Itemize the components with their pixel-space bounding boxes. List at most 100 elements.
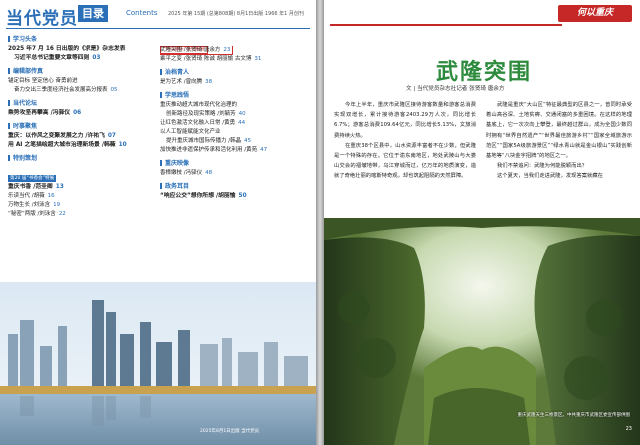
section-title-text: 学习头条 bbox=[13, 36, 38, 43]
contents-entry[interactable]: 乘平之变 /张贤琦 陈诚 胡丽愉 古文博 31 bbox=[160, 55, 310, 64]
contents-entry[interactable]: 锚定目标 坚定信心 奋勇前进 bbox=[8, 77, 158, 86]
contents-section: 重庆映像香樟嫩枝 /冯驿仪 48 bbox=[160, 159, 310, 178]
section-title: 当代论坛 bbox=[8, 99, 158, 109]
entry-title: 提升重庆城市国际传播力 /韩晶 bbox=[166, 138, 242, 144]
contents-entry[interactable]: 以人工智能赋能文化产业 bbox=[160, 128, 310, 137]
section-title: 编辑部传真 bbox=[8, 67, 158, 77]
entry-title: 乘平之变 /张贤琦 陈诚 胡丽愉 古文博 bbox=[160, 56, 252, 62]
contents-entry[interactable]: 乐读当代 /胡薇 16 bbox=[8, 192, 158, 201]
article-byline: 文 | 当代党员杂志社记者 张贤琦 唐余方 bbox=[406, 86, 505, 92]
highlighted-entry-box: 武隆突围 /张贤琦 唐余方 23 bbox=[160, 46, 234, 55]
article-paragraph: 今年上半年，重庆市武隆区接待游客数量和游客总消费实现双增长，累计接待游客2403… bbox=[334, 102, 476, 139]
contents-section: 特别策划第20 届“书香会”特展 重庆书香 /范圣卿 13 乐读当代 /胡薇 16 万物生… bbox=[8, 154, 158, 219]
entry-title: 以人工智能赋能文化产业 bbox=[160, 129, 221, 135]
section-title-text: 编辑部传真 bbox=[13, 68, 44, 75]
contents-entry[interactable]: 重庆书香 /范圣卿 13 bbox=[8, 183, 158, 192]
contents-entry[interactable]: 提升重庆城市国际传播力 /韩晶 45 bbox=[160, 137, 310, 146]
contents-entry[interactable]: 让红色激活文化融入日常 /黄勇 44 bbox=[160, 119, 310, 128]
article-title: 武隆突围 bbox=[436, 60, 533, 85]
entry-title: 锚定目标 坚定信心 奋勇前进 bbox=[8, 78, 78, 84]
entry-title: 香樟嫩枝 /冯驿仪 bbox=[160, 170, 203, 176]
entry-page-number: 05 bbox=[110, 87, 118, 93]
section-marker bbox=[8, 155, 10, 161]
entry-title: 2025 年7 月 16 日出版的《求是》杂志发表 bbox=[8, 46, 126, 52]
section-marker bbox=[160, 69, 162, 75]
article-paragraph: 这个夏天，当我们走进武隆，发现答案就藏在 bbox=[497, 173, 603, 180]
entry-page-number: 23 bbox=[223, 47, 231, 53]
entry-title: 重庆：以作风之变聚发展之力 /许祐飞 bbox=[8, 133, 105, 139]
entry-page-number: 22 bbox=[58, 211, 66, 217]
entry-page-number: 10 bbox=[118, 142, 127, 148]
banner-stripe bbox=[330, 24, 562, 26]
section-title-text: 治档青人 bbox=[165, 69, 190, 76]
section-title: 政务耳目 bbox=[160, 182, 310, 192]
contents-entry[interactable]: 武隆突围 /张贤琦 唐余方 23 bbox=[160, 46, 310, 55]
entry-page-number: 06 bbox=[73, 110, 82, 116]
section-title: 时事聚焦 bbox=[8, 122, 158, 132]
contents-section: 当代论坛乘势攻坚再攀高 /冯驿仪 06 bbox=[8, 99, 158, 118]
section-tag-row: 第20 届“书香会”特展 bbox=[8, 164, 158, 183]
entry-title: 乘势攻坚再攀高 /冯驿仪 bbox=[8, 110, 71, 116]
entry-title: 用 AI 之笔描绘超大城市治理新场景 /韩薇 bbox=[8, 142, 116, 148]
entry-title: 创新路径及现实策略 /刘毓芳 bbox=[166, 111, 236, 117]
entry-page-number: 47 bbox=[260, 147, 268, 153]
entry-page-number: 31 bbox=[254, 56, 262, 62]
entry-title: 重庆书香 /范圣卿 bbox=[8, 184, 53, 190]
section-title-text: 特别策划 bbox=[13, 155, 38, 162]
entry-page-number: 40 bbox=[238, 111, 246, 117]
section-marker bbox=[160, 92, 162, 98]
contents-entry[interactable]: 用 AI 之笔描绘超大城市治理新场景 /韩薇 10 bbox=[8, 141, 158, 150]
article-page: 何以重庆 武隆突围 文 | 当代党员杂志社记者 张贤琦 唐余方 今年上半年，重庆… bbox=[324, 0, 640, 445]
section-marker bbox=[8, 68, 10, 74]
entry-page-number: 07 bbox=[107, 133, 116, 139]
entry-title: “秘密”两版 /刘泳含 bbox=[8, 211, 56, 217]
section-title: 特别策划 bbox=[8, 154, 158, 164]
section-title: 学思践悟 bbox=[160, 91, 310, 101]
contents-column-left: 学习头条 2025 年7 月 16 日出版的《求是》杂志发表习近平总书记重要文章等… bbox=[8, 35, 158, 223]
book-spine bbox=[316, 0, 324, 445]
page-number: 23 bbox=[625, 426, 632, 432]
section-title-text: 学思践悟 bbox=[165, 92, 190, 99]
city-skyline-photo bbox=[0, 282, 316, 445]
issue-info: 2025 年第 15期 (总第808期) 8月1日出版 1966 年1 月创刊 bbox=[168, 11, 304, 17]
entry-page-number: 03 bbox=[92, 55, 101, 61]
contents-entry[interactable]: 乘势攻坚再攀高 /冯驿仪 06 bbox=[8, 109, 158, 118]
contents-section: 政务耳目 “响应公交”想你所想 /胡丽愉 50 bbox=[160, 182, 310, 201]
article-body-column-2: 武隆是重庆“大山区”特征最典型的区县之一，曾同时承受着山高谷深、土地贫瘠、交通闭… bbox=[486, 100, 632, 182]
contents-entry[interactable]: 创新路径及现实策略 /刘毓芳 40 bbox=[160, 110, 310, 119]
contents-entry[interactable]: 习近平总书记重要文章等四则 03 bbox=[8, 54, 158, 63]
contents-entry[interactable]: 加快推进非遗保护传承和活化利用 /黄苑 47 bbox=[160, 146, 310, 155]
entry-title: 乐读当代 /胡薇 bbox=[8, 193, 45, 199]
contents-entry[interactable]: “秘密”两版 /刘泳含 22 bbox=[8, 210, 158, 219]
entry-page-number: 38 bbox=[205, 79, 213, 85]
article-body-column-1: 今年上半年，重庆市武隆区接待游客数量和游客总消费实现双增长，累计接待游客2403… bbox=[334, 100, 476, 182]
section-tag: 第20 届“书香会”特展 bbox=[8, 175, 57, 182]
entry-title: 让红色激活文化融入日常 /黄勇 bbox=[160, 120, 236, 126]
contents-entry[interactable]: 香樟嫩枝 /冯驿仪 48 bbox=[160, 169, 310, 178]
section-title-text: 政务耳目 bbox=[165, 183, 190, 190]
entry-title: 奋力交出三季度经济社会发展高分报表 bbox=[14, 87, 108, 93]
series-tag-row: “何以重庆”系列报道 bbox=[160, 35, 310, 54]
contents-entry[interactable]: “响应公交”想你所想 /胡丽愉 50 bbox=[160, 192, 310, 201]
entry-title: 武隆突围 /张贤琦 唐余方 bbox=[160, 47, 221, 53]
contents-entry[interactable]: 万物生长 /刘泳含 19 bbox=[8, 201, 158, 210]
contents-column-right: “何以重庆”系列报道 武隆突围 /张贤琦 唐余方 23 乘平之变 /张贤琦 陈诚 胡丽… bbox=[160, 35, 310, 205]
entry-title: 万物生长 /刘泳含 bbox=[8, 202, 51, 208]
section-title: 重庆映像 bbox=[160, 159, 310, 169]
section-title-text: 当代论坛 bbox=[13, 100, 38, 107]
header-divider bbox=[6, 28, 310, 29]
entry-page-number: 44 bbox=[238, 120, 246, 126]
contents-section: 时事聚焦 重庆：以作风之变聚发展之力 /许祐飞 07 用 AI 之笔描绘超大城市治理新… bbox=[8, 122, 158, 150]
contents-section: 治档青人是为艺术 /曾向腾 38 bbox=[160, 68, 310, 87]
contents-entry[interactable]: 是为艺术 /曾向腾 38 bbox=[160, 78, 310, 87]
contents-entry[interactable]: 重庆推动超大城市现代化治理的 bbox=[160, 101, 310, 110]
contents-entry[interactable]: 奋力交出三季度经济社会发展高分报表 05 bbox=[8, 86, 158, 95]
contents-section: “何以重庆”系列报道 武隆突围 /张贤琦 唐余方 23 乘平之变 /张贤琦 陈诚 胡丽… bbox=[160, 35, 310, 64]
contents-english-label: Contents bbox=[126, 9, 158, 17]
photo-caption: 重庆武隆天生三桥景区。中共重庆市武隆区委宣传部供图 bbox=[517, 413, 631, 418]
entry-title: 加快推进非遗保护传承和活化利用 /黄苑 bbox=[160, 147, 258, 153]
contents-entry[interactable]: 重庆：以作风之变聚发展之力 /许祐飞 07 bbox=[8, 132, 158, 141]
section-marker bbox=[8, 123, 10, 129]
section-title-text: 重庆映像 bbox=[165, 160, 190, 167]
contents-entry[interactable]: 2025 年7 月 16 日出版的《求是》杂志发表 bbox=[8, 45, 158, 54]
